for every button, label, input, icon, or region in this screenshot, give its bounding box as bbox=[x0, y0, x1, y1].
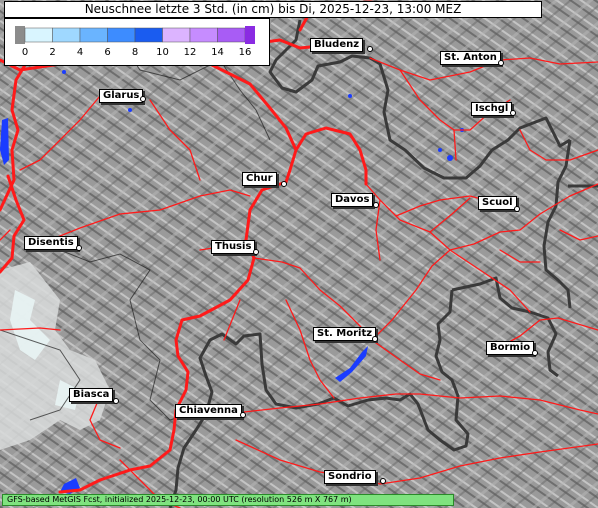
city-label-glarus: Glarus bbox=[99, 89, 144, 103]
city-label-biasca: Biasca bbox=[69, 388, 114, 402]
city-marker bbox=[532, 350, 538, 356]
legend-colorbar: 0 2 4 6 8 10 12 14 16 bbox=[15, 26, 255, 58]
city-label-chiavenna: Chiavenna bbox=[175, 404, 242, 418]
legend-swatch bbox=[189, 27, 218, 43]
city-name: Chur bbox=[246, 173, 273, 184]
city-name: Davos bbox=[335, 194, 370, 205]
legend-swatch bbox=[52, 27, 81, 43]
snowfall-legend: 0 2 4 6 8 10 12 14 16 bbox=[4, 18, 270, 66]
map-title: Neuschnee letzte 3 Std. (in cm) bis Di, … bbox=[4, 1, 542, 18]
city-marker bbox=[76, 245, 82, 251]
city-name: Biasca bbox=[73, 389, 110, 400]
lake bbox=[447, 155, 453, 161]
city-name: St. Anton bbox=[444, 52, 497, 63]
city-marker bbox=[240, 412, 246, 418]
city-label-st-moritz: St. Moritz bbox=[313, 327, 377, 341]
legend-swatch bbox=[217, 27, 246, 43]
city-marker bbox=[140, 96, 146, 102]
legend-tick-label: 14 bbox=[211, 47, 224, 58]
model-info-footer: GFS-based MetGIS Fcst, initialized 2025-… bbox=[2, 494, 454, 506]
city-name: Glarus bbox=[103, 90, 140, 101]
city-label-sondrio: Sondrio bbox=[324, 470, 376, 484]
city-marker bbox=[367, 46, 373, 52]
lake bbox=[438, 148, 442, 152]
legend-swatch bbox=[107, 27, 136, 43]
terrain-map bbox=[0, 0, 598, 508]
legend-start-cap bbox=[15, 26, 25, 44]
city-marker bbox=[514, 206, 520, 212]
city-name: Sondrio bbox=[328, 471, 372, 482]
legend-tick-label: 2 bbox=[49, 47, 55, 58]
city-name: Scuol bbox=[482, 197, 513, 208]
city-name: Bormio bbox=[490, 342, 531, 353]
city-label-bludenz: Bludenz bbox=[310, 38, 364, 52]
lake bbox=[348, 94, 352, 98]
city-label-bormio: Bormio bbox=[486, 341, 535, 355]
city-label-st-anton: St. Anton bbox=[440, 51, 501, 65]
terrain-texture bbox=[0, 0, 598, 508]
city-marker bbox=[380, 478, 386, 484]
city-label-scuol: Scuol bbox=[478, 196, 517, 210]
legend-tick-label: 12 bbox=[184, 47, 197, 58]
city-name: Thusis bbox=[215, 241, 252, 252]
legend-tick-label: 10 bbox=[156, 47, 169, 58]
map-stage: Neuschnee letzte 3 Std. (in cm) bis Di, … bbox=[0, 0, 598, 508]
city-marker bbox=[498, 60, 504, 66]
legend-tick-label: 4 bbox=[77, 47, 83, 58]
legend-swatch bbox=[162, 27, 191, 43]
city-name: Disentis bbox=[28, 237, 74, 248]
legend-end-cap bbox=[245, 26, 255, 44]
city-marker bbox=[373, 202, 379, 208]
city-label-disentis: Disentis bbox=[24, 236, 78, 250]
lake bbox=[128, 108, 132, 112]
city-name: St. Moritz bbox=[317, 328, 373, 339]
legend-tick-label: 8 bbox=[132, 47, 138, 58]
legend-tick-label: 0 bbox=[22, 47, 28, 58]
city-label-davos: Davos bbox=[331, 193, 374, 207]
legend-swatch bbox=[24, 27, 53, 43]
legend-swatch bbox=[79, 27, 108, 43]
lake bbox=[62, 70, 66, 74]
legend-swatch bbox=[134, 27, 163, 43]
city-label-ischgl: Ischgl bbox=[471, 102, 513, 116]
city-marker bbox=[281, 181, 287, 187]
legend-tick-label: 6 bbox=[104, 47, 110, 58]
city-marker bbox=[113, 398, 119, 404]
city-label-thusis: Thusis bbox=[211, 240, 256, 254]
legend-tick-label: 16 bbox=[239, 47, 252, 58]
city-marker bbox=[372, 336, 378, 342]
city-marker bbox=[253, 249, 259, 255]
city-name: Chiavenna bbox=[179, 405, 238, 416]
city-name: Ischgl bbox=[475, 103, 509, 114]
city-name: Bludenz bbox=[314, 39, 360, 50]
city-marker bbox=[510, 110, 516, 116]
city-label-chur: Chur bbox=[242, 172, 277, 186]
